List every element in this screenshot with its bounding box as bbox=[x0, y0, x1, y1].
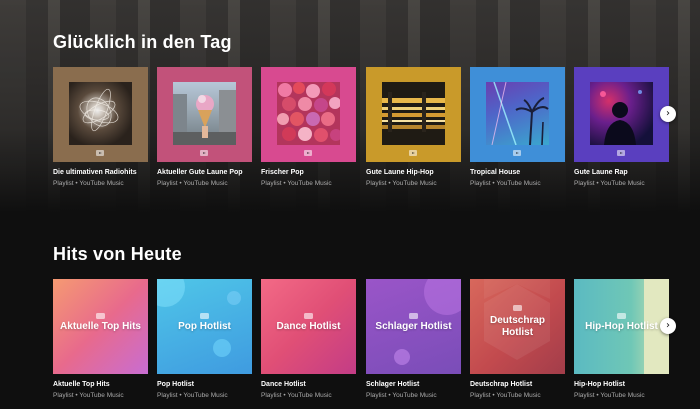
section-title[interactable]: Glücklich in den Tag bbox=[53, 32, 232, 53]
card-title[interactable]: Tropical House bbox=[470, 169, 580, 176]
card-subtitle: Playlist • YouTube Music bbox=[157, 180, 228, 187]
card-subtitle: Playlist • YouTube Music bbox=[574, 392, 645, 399]
youtube-music-icon bbox=[409, 150, 417, 156]
playlist-card[interactable]: Aktuelle Top Hits Aktuelle Top Hits Play… bbox=[53, 279, 148, 399]
cover-title: Deutschrap Hotlist bbox=[489, 314, 545, 338]
playlist-thumbnail[interactable] bbox=[366, 67, 461, 162]
card-subtitle: Playlist • YouTube Music bbox=[157, 392, 228, 399]
card-title[interactable]: Pop Hotlist bbox=[157, 381, 267, 388]
playlist-card[interactable]: Deutschrap Hotlist Deutschrap Hotlist Pl… bbox=[470, 279, 565, 399]
carousel-row: Die ultimativen Radiohits Playlist • You… bbox=[53, 67, 693, 197]
card-subtitle: Playlist • YouTube Music bbox=[470, 180, 541, 187]
carousel-row: Aktuelle Top Hits Aktuelle Top Hits Play… bbox=[53, 279, 693, 409]
playlist-card[interactable]: Frischer Pop Playlist • YouTube Music bbox=[261, 67, 356, 187]
playlist-card[interactable]: Tropical House Playlist • YouTube Music bbox=[470, 67, 565, 187]
playlist-card[interactable]: Gute Laune Rap Playlist • YouTube Music bbox=[574, 67, 669, 187]
chevron-right-icon: › bbox=[666, 108, 670, 119]
card-subtitle: Playlist • YouTube Music bbox=[366, 392, 437, 399]
card-title[interactable]: Gute Laune Hip-Hop bbox=[366, 169, 476, 176]
singer-silhouette-art bbox=[600, 90, 642, 145]
youtube-music-icon bbox=[200, 150, 208, 156]
playlist-thumbnail[interactable]: Schlager Hotlist bbox=[366, 279, 461, 374]
playlist-card[interactable]: Aktueller Gute Laune Pop Playlist • YouT… bbox=[157, 67, 252, 187]
playlist-card[interactable]: Dance Hotlist Dance Hotlist Playlist • Y… bbox=[261, 279, 356, 399]
youtube-music-icon bbox=[304, 150, 312, 156]
ice-cream-art bbox=[173, 90, 236, 145]
section-title[interactable]: Hits von Heute bbox=[53, 244, 182, 265]
card-title[interactable]: Dance Hotlist bbox=[261, 381, 371, 388]
card-subtitle: Playlist • YouTube Music bbox=[366, 180, 437, 187]
cover-title: Dance Hotlist bbox=[276, 320, 341, 332]
carousel-next-button[interactable]: › bbox=[660, 318, 676, 334]
playlist-thumbnail[interactable]: Hip-Hop Hotlist bbox=[574, 279, 669, 374]
cover-title: Schlager Hotlist bbox=[375, 320, 452, 332]
card-subtitle: Playlist • YouTube Music bbox=[53, 180, 124, 187]
card-title[interactable]: Frischer Pop bbox=[261, 169, 371, 176]
youtube-music-icon bbox=[617, 150, 625, 156]
card-title[interactable]: Hip-Hop Hotlist bbox=[574, 381, 684, 388]
carousel-next-button[interactable]: › bbox=[660, 106, 676, 122]
youtube-music-icon bbox=[96, 150, 104, 156]
card-subtitle: Playlist • YouTube Music bbox=[53, 392, 124, 399]
chevron-right-icon: › bbox=[666, 320, 670, 331]
playlist-thumbnail[interactable] bbox=[574, 67, 669, 162]
card-subtitle: Playlist • YouTube Music bbox=[574, 180, 645, 187]
palm-neon-art bbox=[491, 82, 549, 145]
playlist-card[interactable]: Schlager Hotlist Schlager Hotlist Playli… bbox=[366, 279, 461, 399]
card-title[interactable]: Deutschrap Hotlist bbox=[470, 381, 580, 388]
card-title[interactable]: Aktuelle Top Hits bbox=[53, 381, 163, 388]
playlist-thumbnail[interactable] bbox=[470, 67, 565, 162]
train-lights-art bbox=[382, 92, 445, 132]
playlist-thumbnail[interactable]: Deutschrap Hotlist bbox=[470, 279, 565, 374]
card-subtitle: Playlist • YouTube Music bbox=[261, 392, 332, 399]
playlist-thumbnail[interactable] bbox=[261, 67, 356, 162]
candy-balls-art bbox=[277, 82, 340, 142]
youtube-music-icon bbox=[513, 150, 521, 156]
card-subtitle: Playlist • YouTube Music bbox=[470, 392, 541, 399]
playlist-card[interactable]: Gute Laune Hip-Hop Playlist • YouTube Mu… bbox=[366, 67, 461, 187]
playlist-thumbnail[interactable]: Pop Hotlist bbox=[157, 279, 252, 374]
card-subtitle: Playlist • YouTube Music bbox=[261, 180, 332, 187]
cover-title: Aktuelle Top Hits bbox=[60, 320, 141, 332]
playlist-card[interactable]: Pop Hotlist Pop Hotlist Playlist • YouTu… bbox=[157, 279, 252, 399]
card-title[interactable]: Aktueller Gute Laune Pop bbox=[157, 169, 267, 176]
playlist-thumbnail[interactable] bbox=[157, 67, 252, 162]
playlist-thumbnail[interactable] bbox=[53, 67, 148, 162]
cover-title: Pop Hotlist bbox=[178, 320, 231, 332]
playlist-card[interactable]: Die ultimativen Radiohits Playlist • You… bbox=[53, 67, 148, 187]
card-title[interactable]: Gute Laune Rap bbox=[574, 169, 684, 176]
light-trails-art bbox=[79, 88, 119, 132]
cover-title: Hip-Hop Hotlist bbox=[585, 320, 658, 332]
playlist-thumbnail[interactable]: Dance Hotlist bbox=[261, 279, 356, 374]
playlist-card[interactable]: Hip-Hop Hotlist Hip-Hop Hotlist Playlist… bbox=[574, 279, 669, 399]
playlist-thumbnail[interactable]: Aktuelle Top Hits bbox=[53, 279, 148, 374]
card-title[interactable]: Schlager Hotlist bbox=[366, 381, 476, 388]
card-title[interactable]: Die ultimativen Radiohits bbox=[53, 169, 163, 176]
